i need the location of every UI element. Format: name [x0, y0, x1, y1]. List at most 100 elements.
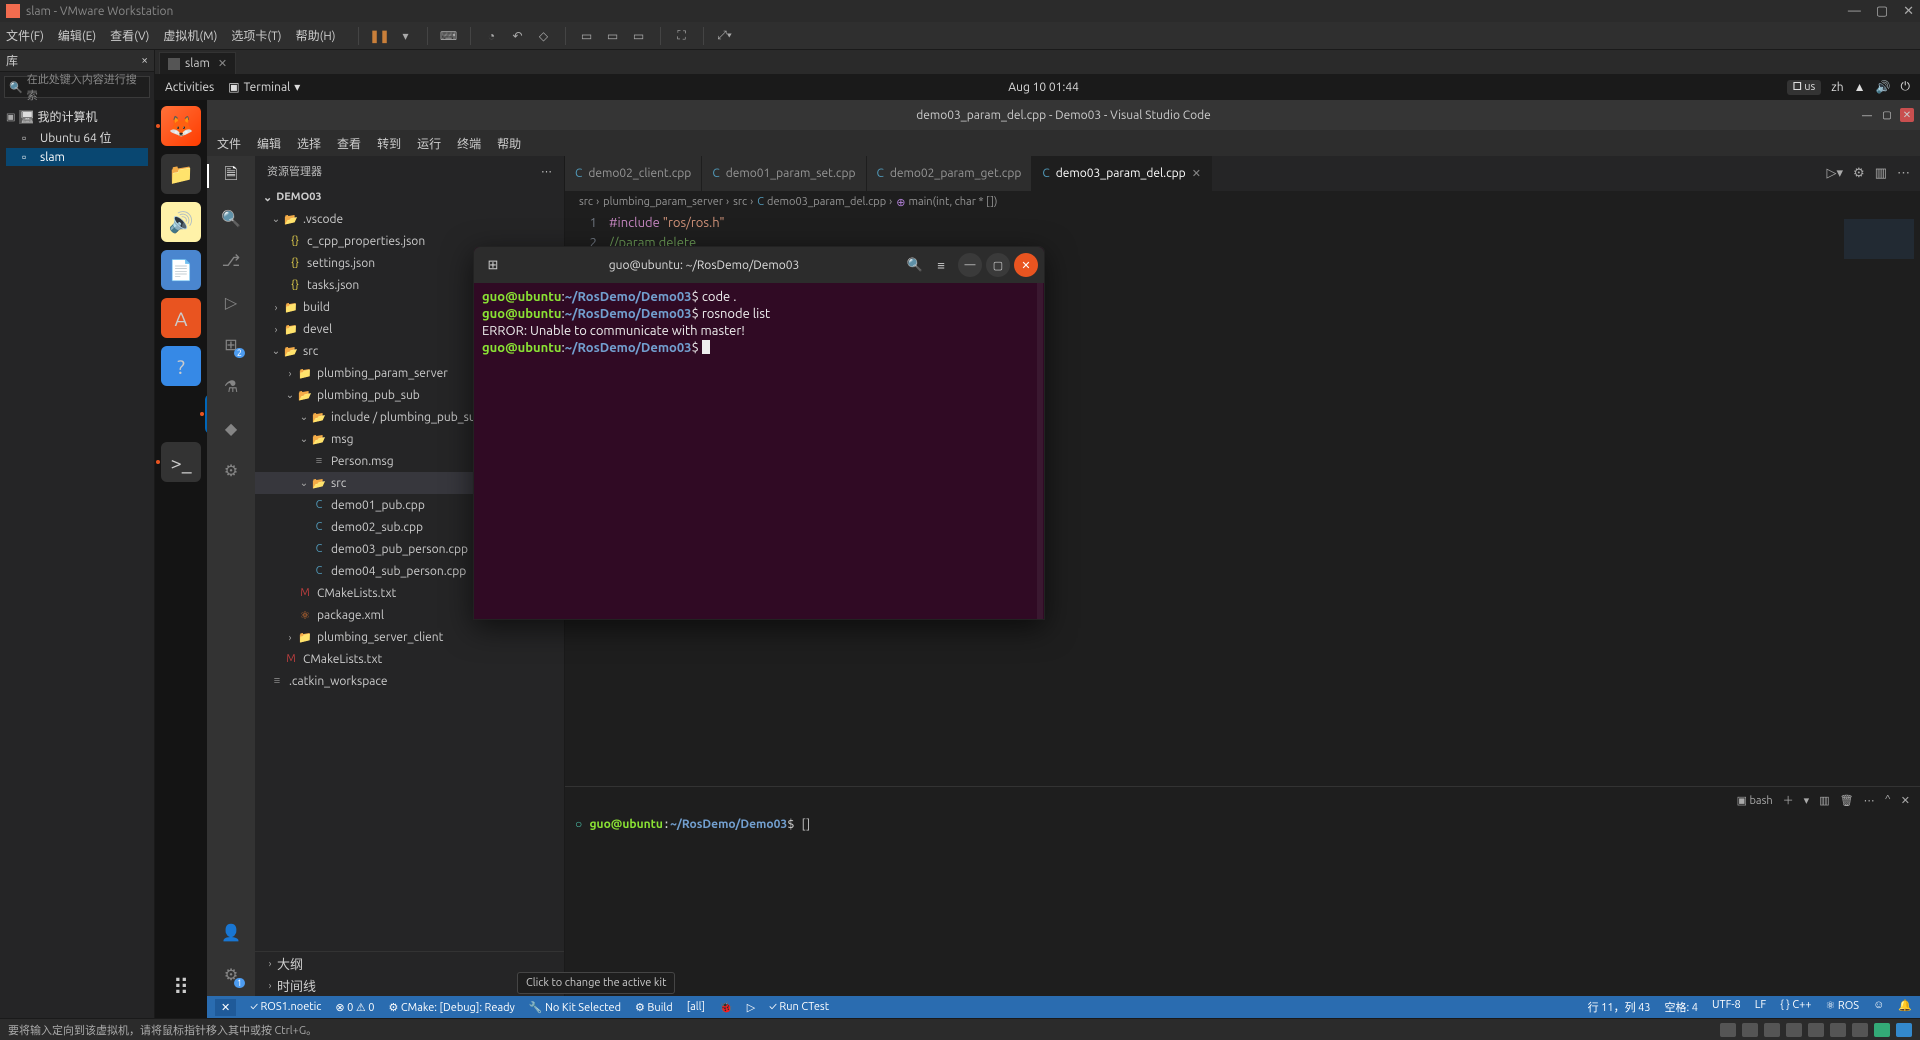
status-ctest[interactable]: ✓ Run CTest — [769, 1001, 829, 1013]
trash-icon[interactable]: 🗑 — [1840, 794, 1854, 807]
status-bell-icon[interactable]: 🔔 — [1898, 999, 1912, 1015]
snapshot-manage-icon[interactable]: ◇ — [535, 27, 553, 45]
gterm-minimize-icon[interactable]: — — [958, 253, 982, 277]
gterm-scrollbar[interactable] — [1037, 283, 1043, 619]
dock-help-icon[interactable]: ? — [161, 346, 201, 386]
folder-server-client[interactable]: ›📁plumbing_server_client — [255, 626, 564, 648]
dock-terminal-icon[interactable]: >_ — [161, 442, 201, 482]
status-position[interactable]: 行 11，列 43 — [1588, 999, 1651, 1015]
close-icon[interactable]: ✕ — [1903, 4, 1914, 18]
dock-apps-icon[interactable]: ⠿ — [161, 968, 201, 1008]
vscode-close-icon[interactable]: ✕ — [1900, 108, 1914, 122]
gterm-menu-icon[interactable]: ≡ — [928, 252, 954, 278]
chevron-up-icon[interactable]: ^ — [1885, 794, 1891, 806]
vm-ubuntu[interactable]: ▫ Ubuntu 64 位 — [6, 127, 148, 148]
library-search[interactable]: 🔍 在此处键入内容进行搜索 — [4, 76, 150, 98]
menu-tabs[interactable]: 选项卡(T) — [231, 27, 281, 44]
dock-firefox-icon[interactable]: 🦊 — [161, 106, 201, 146]
vscode-menu-edit[interactable]: 编辑 — [257, 135, 281, 152]
breadcrumb[interactable]: src › plumbing_param_server › src › C de… — [565, 191, 1920, 213]
power-icon[interactable]: ⏻ — [1901, 80, 1911, 94]
menu-view[interactable]: 查看(V) — [110, 27, 149, 44]
more-icon[interactable]: ⋯ — [541, 165, 552, 178]
run-debug-icon[interactable]: ▷ — [219, 290, 243, 314]
new-tab-icon[interactable]: ⊞ — [480, 252, 506, 278]
library-close-icon[interactable]: × — [141, 54, 148, 67]
status-language[interactable]: { } C++ — [1780, 999, 1811, 1015]
panel-close-icon[interactable]: ✕ — [1901, 794, 1910, 807]
vscode-maximize-icon[interactable]: ▢ — [1880, 108, 1894, 122]
dock-rhythmbox-icon[interactable]: 🔊 — [161, 202, 201, 242]
account-icon[interactable]: 👤 — [219, 920, 243, 944]
status-build[interactable]: ⚙ Build — [635, 1001, 673, 1014]
gterm-maximize-icon[interactable]: ▢ — [986, 253, 1010, 277]
tab-demo01-param-set[interactable]: Cdemo01_param_set.cpp — [702, 156, 866, 191]
folder-vscode[interactable]: ⌄📂.vscode — [255, 208, 564, 230]
minimap[interactable] — [1830, 213, 1920, 786]
gterm-titlebar[interactable]: ⊞ guo@ubuntu: ~/RosDemo/Demo03 🔍 ≡ — ▢ ✕ — [474, 247, 1044, 283]
vscode-titlebar[interactable]: demo03_param_del.cpp - Demo03 - Visual S… — [207, 100, 1920, 130]
activities-button[interactable]: Activities — [165, 81, 214, 94]
search-icon[interactable]: 🔍 — [219, 206, 243, 230]
snapshot-icon[interactable]: ◔ — [483, 27, 501, 45]
status-remote-icon[interactable]: ✕ — [215, 999, 236, 1016]
testing-icon[interactable]: ⚗ — [219, 374, 243, 398]
split-terminal-icon[interactable]: ▥ — [1819, 794, 1829, 807]
network-icon[interactable]: ▲ — [1854, 80, 1866, 94]
device-msg-icon[interactable] — [1874, 1023, 1890, 1037]
status-feedback-icon[interactable]: ☺ — [1873, 999, 1884, 1015]
library-root[interactable]: ▣🖥 我的计算机 — [6, 106, 148, 127]
view-multi-icon[interactable]: ▭ — [604, 27, 622, 45]
tab-demo02-param-get[interactable]: Cdemo02_param_get.cpp — [867, 156, 1033, 191]
tab-demo02-client[interactable]: Cdemo02_client.cpp — [565, 156, 702, 191]
more-icon[interactable]: ⋯ — [1897, 166, 1910, 181]
vscode-minimize-icon[interactable]: — — [1860, 108, 1874, 122]
source-control-icon[interactable]: ⎇ — [219, 248, 243, 272]
status-target[interactable]: [all] — [687, 1001, 705, 1013]
menu-vm[interactable]: 虚拟机(M) — [163, 27, 217, 44]
dock-files-icon[interactable]: 📁 — [161, 154, 201, 194]
gterm-search-icon[interactable]: 🔍 — [902, 252, 928, 278]
send-keys-icon[interactable]: ⌨ — [440, 27, 458, 45]
tab-close-icon[interactable]: ✕ — [1192, 167, 1201, 180]
status-ros[interactable]: ✓ ROS1.noetic — [250, 1001, 321, 1013]
tab-demo03-param-del[interactable]: Cdemo03_param_del.cpp✕ — [1032, 156, 1212, 191]
more-icon[interactable]: ⋯ — [1864, 794, 1875, 807]
status-eol[interactable]: LF — [1755, 999, 1766, 1015]
keyboard-layout-zh[interactable]: zh — [1831, 81, 1843, 94]
vm-tab-slam[interactable]: slam ✕ — [159, 52, 236, 74]
vscode-menu-go[interactable]: 转到 — [377, 135, 401, 152]
vscode-menu-run[interactable]: 运行 — [417, 135, 441, 152]
volume-icon[interactable]: 🔊 — [1876, 80, 1891, 94]
terminal-shell-label[interactable]: ▣ bash — [1737, 794, 1773, 807]
file-catkin-ws[interactable]: ≡.catkin_workspace — [255, 670, 564, 692]
gnome-terminal-window[interactable]: ⊞ guo@ubuntu: ~/RosDemo/Demo03 🔍 ≡ — ▢ ✕… — [473, 246, 1045, 620]
status-spaces[interactable]: 空格: 4 — [1665, 999, 1698, 1015]
vscode-menu-help[interactable]: 帮助 — [497, 135, 521, 152]
vscode-menu-terminal[interactable]: 终端 — [457, 135, 481, 152]
run-icon[interactable]: ▷▾ — [1827, 166, 1844, 181]
terminal-dropdown-icon[interactable]: ▾ — [1804, 794, 1810, 807]
device-sound-icon[interactable] — [1808, 1023, 1824, 1037]
topbar-app-indicator[interactable]: ▣ Terminal ▾ — [228, 80, 300, 94]
tab-close-icon[interactable]: ✕ — [218, 57, 227, 70]
device-hdd-icon[interactable] — [1720, 1023, 1736, 1037]
scaling-icon[interactable]: ⤢▾ — [716, 27, 734, 45]
status-ros-short[interactable]: ⚛ ROS — [1826, 999, 1860, 1015]
settings-gear-icon[interactable]: ⚙1 — [219, 962, 243, 986]
device-usb-icon[interactable] — [1786, 1023, 1802, 1037]
terminal-body[interactable]: ○ guo@ubuntu:~/RosDemo/Demo03$ [] — [565, 813, 1920, 996]
dropdown-icon[interactable]: ▾ — [397, 27, 415, 45]
dock-libreoffice-icon[interactable]: 📄 — [161, 250, 201, 290]
maximize-icon[interactable]: ▢ — [1876, 4, 1888, 18]
gterm-close-icon[interactable]: ✕ — [1014, 253, 1038, 277]
device-arrow-icon[interactable] — [1896, 1023, 1912, 1037]
minimize-icon[interactable]: — — [1848, 4, 1861, 18]
cmake-icon[interactable]: ◆ — [219, 416, 243, 440]
vscode-menu-view[interactable]: 查看 — [337, 135, 361, 152]
dock-software-icon[interactable]: A — [161, 298, 201, 338]
gear-icon[interactable]: ⚙ — [1853, 166, 1865, 181]
clock[interactable]: Aug 10 01:44 — [300, 81, 1787, 94]
fullscreen-icon[interactable]: ⛶ — [673, 27, 691, 45]
pause-icon[interactable]: ❚❚ — [371, 27, 389, 45]
